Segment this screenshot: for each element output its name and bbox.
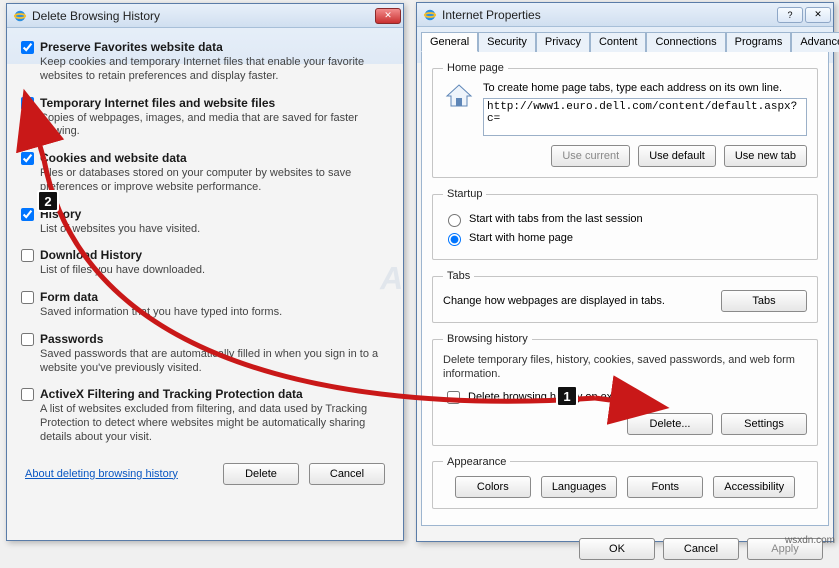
browsing-history-legend: Browsing history: [443, 333, 532, 345]
use-default-button[interactable]: Use default: [638, 145, 716, 167]
temp-internet-files-label: Temporary Internet files and website fil…: [40, 96, 389, 110]
use-new-tab-button[interactable]: Use new tab: [724, 145, 807, 167]
close-icon[interactable]: ✕: [375, 8, 401, 24]
tabs-legend: Tabs: [443, 270, 474, 282]
temp-internet-files-desc: Copies of webpages, images, and media th…: [40, 112, 389, 140]
colors-button[interactable]: Colors: [455, 476, 531, 498]
startup-group: Startup Start with tabs from the last se…: [432, 188, 818, 260]
tab-programs[interactable]: Programs: [726, 32, 792, 52]
appearance-legend: Appearance: [443, 456, 510, 468]
temp-internet-files-row: Temporary Internet files and website fil…: [21, 96, 389, 140]
ok-button[interactable]: OK: [579, 538, 655, 560]
accessibility-button[interactable]: Accessibility: [713, 476, 795, 498]
annotation-badge-1: 1: [556, 385, 578, 407]
cookies-checkbox[interactable]: [21, 152, 34, 165]
history-row: History List of websites you have visite…: [21, 207, 389, 237]
internet-properties-dialog: Internet Properties ? ✕ General Security…: [416, 2, 834, 542]
source-footer: wsxdn.com: [785, 535, 835, 546]
cancel-button[interactable]: Cancel: [663, 538, 739, 560]
passwords-label: Passwords: [40, 332, 389, 346]
titlebar: Delete Browsing History ✕: [7, 4, 403, 28]
browsing-history-desc: Delete temporary files, history, cookies…: [443, 353, 807, 382]
dialog-footer: OK Cancel Apply: [417, 530, 833, 568]
homepage-url-input[interactable]: [483, 98, 807, 136]
fonts-button[interactable]: Fonts: [627, 476, 703, 498]
download-history-row: Download History List of files you have …: [21, 248, 389, 278]
cookies-label: Cookies and website data: [40, 151, 389, 165]
startup-last-session-radio[interactable]: [448, 214, 461, 227]
form-data-row: Form data Saved information that you hav…: [21, 290, 389, 320]
download-history-label: Download History: [40, 248, 205, 262]
cancel-button[interactable]: Cancel: [309, 463, 385, 485]
tab-advanced[interactable]: Advanced: [791, 32, 839, 52]
startup-home-page-label: Start with home page: [469, 232, 573, 244]
about-deleting-link[interactable]: About deleting browsing history: [25, 468, 178, 480]
tabs-desc: Change how webpages are displayed in tab…: [443, 295, 665, 307]
tabs-button[interactable]: Tabs: [721, 290, 807, 312]
preserve-favorites-desc: Keep cookies and temporary Internet file…: [40, 56, 389, 84]
activex-checkbox[interactable]: [21, 388, 34, 401]
titlebar: Internet Properties ? ✕: [417, 3, 833, 27]
history-label: History: [40, 207, 200, 221]
dialog-body: Preserve Favorites website data Keep coo…: [7, 28, 403, 497]
general-panel: Home page To create home page tabs, type…: [421, 51, 829, 526]
annotation-badge-2: 2: [37, 190, 59, 212]
form-data-checkbox[interactable]: [21, 291, 34, 304]
tab-content[interactable]: Content: [590, 32, 647, 52]
preserve-favorites-checkbox[interactable]: [21, 41, 34, 54]
homepage-group: Home page To create home page tabs, type…: [432, 62, 818, 178]
cookies-desc: Files or databases stored on your comput…: [40, 167, 389, 195]
tabs-group: Tabs Change how webpages are displayed i…: [432, 270, 818, 323]
appearance-group: Appearance Colors Languages Fonts Access…: [432, 456, 818, 509]
use-current-button[interactable]: Use current: [551, 145, 630, 167]
homepage-legend: Home page: [443, 62, 508, 74]
close-icon[interactable]: ✕: [805, 7, 831, 23]
form-data-desc: Saved information that you have typed in…: [40, 306, 282, 320]
delete-on-exit-checkbox[interactable]: [447, 391, 460, 404]
bh-settings-button[interactable]: Settings: [721, 413, 807, 435]
bh-delete-button[interactable]: Delete...: [627, 413, 713, 435]
ie-icon: [13, 9, 27, 23]
homepage-hint: To create home page tabs, type each addr…: [483, 82, 807, 94]
activex-label: ActiveX Filtering and Tracking Protectio…: [40, 387, 389, 401]
passwords-desc: Saved passwords that are automatically f…: [40, 348, 389, 376]
home-icon: [443, 82, 475, 110]
tab-general[interactable]: General: [421, 32, 478, 52]
startup-home-page-radio[interactable]: [448, 233, 461, 246]
languages-button[interactable]: Languages: [541, 476, 617, 498]
browsing-history-group: Browsing history Delete temporary files,…: [432, 333, 818, 446]
temp-internet-files-checkbox[interactable]: [21, 97, 34, 110]
delete-browsing-history-dialog: Delete Browsing History ✕ Preserve Favor…: [6, 3, 404, 541]
dialog-title: Internet Properties: [442, 8, 777, 22]
delete-on-exit-label: Delete browsing history on exit: [468, 391, 618, 403]
tab-connections[interactable]: Connections: [646, 32, 725, 52]
download-history-checkbox[interactable]: [21, 249, 34, 262]
preserve-favorites-row: Preserve Favorites website data Keep coo…: [21, 40, 389, 84]
ie-icon: [423, 8, 437, 22]
startup-last-session-label: Start with tabs from the last session: [469, 213, 643, 225]
delete-button[interactable]: Delete: [223, 463, 299, 485]
history-checkbox[interactable]: [21, 208, 34, 221]
passwords-row: Passwords Saved passwords that are autom…: [21, 332, 389, 376]
preserve-favorites-label: Preserve Favorites website data: [40, 40, 389, 54]
passwords-checkbox[interactable]: [21, 333, 34, 346]
help-icon[interactable]: ?: [777, 7, 803, 23]
tab-security[interactable]: Security: [478, 32, 536, 52]
form-data-label: Form data: [40, 290, 282, 304]
tab-privacy[interactable]: Privacy: [536, 32, 590, 52]
history-desc: List of websites you have visited.: [40, 223, 200, 237]
activex-desc: A list of websites excluded from filteri…: [40, 403, 389, 444]
dialog-title: Delete Browsing History: [32, 9, 375, 23]
tabstrip: General Security Privacy Content Connect…: [421, 31, 829, 51]
activex-row: ActiveX Filtering and Tracking Protectio…: [21, 387, 389, 444]
download-history-desc: List of files you have downloaded.: [40, 264, 205, 278]
cookies-row: Cookies and website data Files or databa…: [21, 151, 389, 195]
startup-legend: Startup: [443, 188, 486, 200]
